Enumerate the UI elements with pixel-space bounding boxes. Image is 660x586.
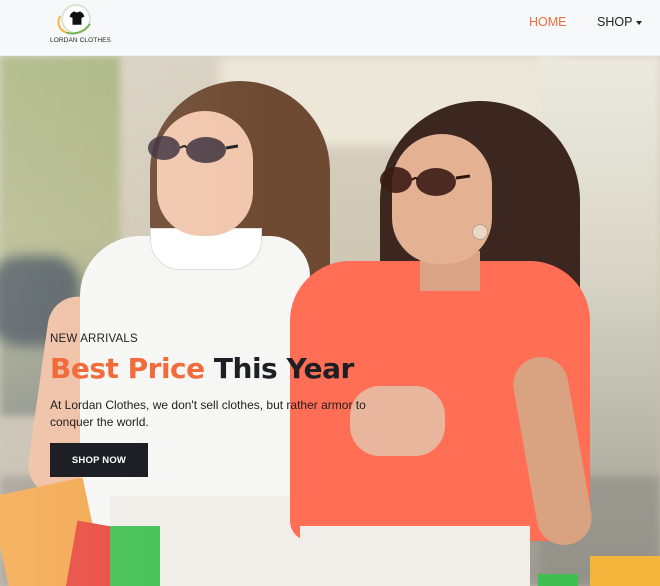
nav-home-link[interactable]: HOME	[529, 15, 567, 29]
hero-subtext: At Lordan Clothes, we don't sell clothes…	[50, 398, 366, 429]
hero-eyebrow: NEW ARRIVALS	[50, 333, 138, 345]
shop-now-button[interactable]: SHOP NOW	[50, 443, 148, 477]
navbar: LORDAN CLOTHES HOME SHOP	[0, 0, 660, 56]
caret-down-icon[interactable]	[636, 21, 642, 25]
hero-headline: Best Price This Year	[50, 352, 354, 385]
brand-logo[interactable]: LORDAN CLOTHES	[50, 0, 111, 50]
hero-overlay	[0, 56, 660, 586]
logo-text: LORDAN CLOTHES	[50, 37, 111, 44]
shirt-icon	[69, 11, 85, 25]
nav-shop-dropdown[interactable]: SHOP	[597, 15, 632, 29]
hero-headline-accent: Best Price	[50, 352, 205, 385]
hero-headline-rest: This Year	[213, 352, 354, 385]
hero-banner: NEW ARRIVALS Best Price This Year At Lor…	[0, 56, 660, 586]
